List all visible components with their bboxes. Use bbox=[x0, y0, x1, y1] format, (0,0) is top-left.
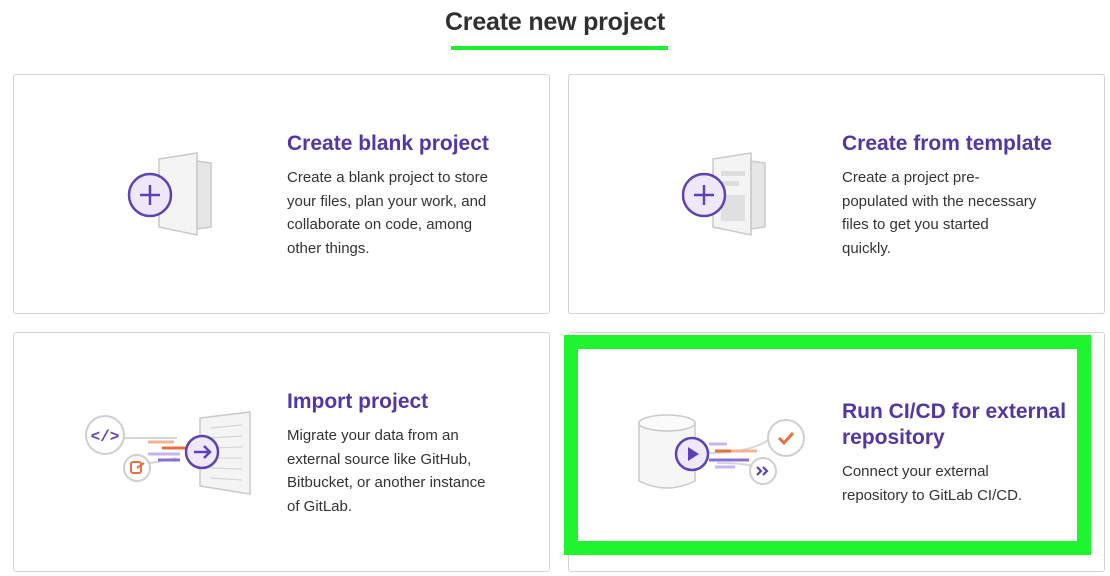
import-project-card[interactable]: </> Import project Migrate your data fro… bbox=[13, 332, 550, 572]
double-chevron-icon bbox=[749, 457, 777, 485]
create-from-template-card[interactable]: Create from template Create a project pr… bbox=[568, 74, 1105, 314]
blank-project-illustration bbox=[127, 152, 212, 236]
card-description: Migrate your data from an external sourc… bbox=[287, 427, 486, 515]
template-illustration bbox=[681, 152, 766, 236]
page-title: Create new project bbox=[444, 8, 666, 36]
card-title: Run CI/CD for external repository bbox=[842, 400, 1067, 449]
merge-request-icon bbox=[123, 454, 151, 482]
card-description: Create a blank project to store your fil… bbox=[287, 169, 488, 257]
cicd-illustration bbox=[638, 414, 806, 489]
plus-icon bbox=[681, 172, 727, 218]
title-underline bbox=[451, 46, 668, 50]
code-icon: </> bbox=[85, 415, 125, 455]
play-icon bbox=[674, 436, 710, 472]
card-title: Create blank project bbox=[287, 132, 489, 155]
card-description: Create a project pre- populated with the… bbox=[842, 169, 1037, 257]
arrow-right-icon bbox=[184, 434, 220, 470]
run-cicd-card[interactable]: Run CI/CD for external repository Connec… bbox=[568, 332, 1105, 572]
plus-icon bbox=[127, 172, 173, 218]
svg-text:</>: </> bbox=[91, 428, 120, 446]
card-title: Import project bbox=[287, 390, 429, 413]
card-description: Connect your external repository to GitL… bbox=[842, 463, 1023, 504]
check-icon bbox=[767, 419, 805, 457]
import-illustration: </> bbox=[85, 411, 251, 495]
create-blank-project-card[interactable]: Create blank project Create a blank proj… bbox=[13, 74, 550, 314]
card-title: Create from template bbox=[842, 132, 1053, 155]
